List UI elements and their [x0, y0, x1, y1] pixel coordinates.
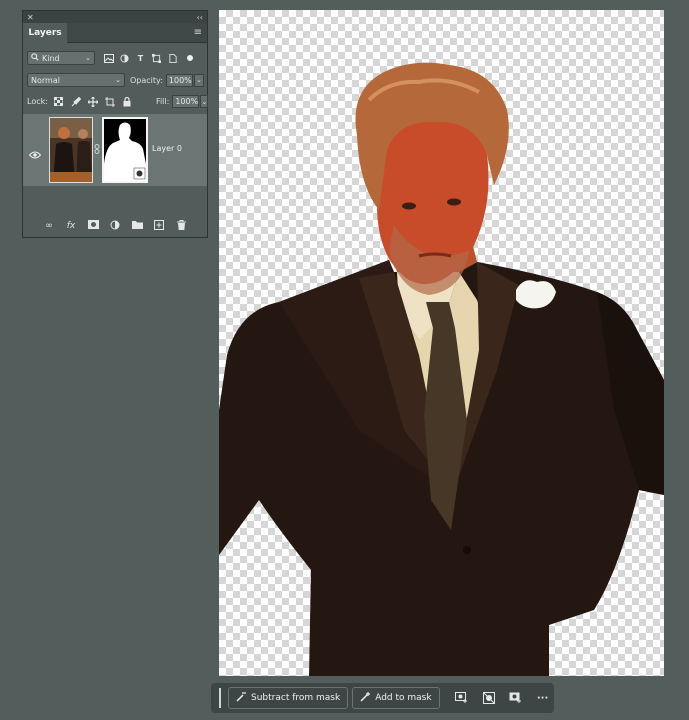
lock-all-icon[interactable] — [122, 96, 132, 107]
search-icon — [31, 53, 39, 63]
document-canvas[interactable] — [219, 10, 664, 676]
opacity-label: Opacity: — [130, 75, 163, 85]
folder-icon[interactable] — [131, 220, 143, 232]
add-mask-icon[interactable] — [87, 220, 99, 232]
blend-mode-select[interactable]: Normal ⌄ — [27, 73, 125, 87]
new-layer-icon[interactable] — [153, 219, 165, 233]
filter-toggle[interactable] — [187, 55, 193, 61]
adjustment-filter-icon[interactable] — [119, 53, 130, 64]
masked-photo — [219, 62, 664, 676]
layer-row[interactable]: Layer 0 — [23, 114, 207, 186]
fill-chevron-icon[interactable]: ⌄ — [200, 95, 209, 108]
filter-kind-select[interactable]: Kind ⌄ — [27, 51, 95, 65]
fill-label: Fill: — [155, 97, 170, 106]
invert-mask-icon[interactable] — [507, 689, 525, 707]
chevron-down-icon: ⌄ — [115, 76, 121, 84]
panel-menu-icon[interactable]: ≡ — [194, 27, 202, 38]
panel-footer: ∞ fx — [23, 215, 207, 237]
image-filter-icon[interactable] — [103, 53, 114, 64]
add-to-mask-label: Add to mask — [375, 693, 432, 703]
mask-options-icon[interactable] — [453, 689, 471, 707]
opacity-field[interactable]: 100% — [165, 73, 193, 87]
contextual-task-bar: Subtract from mask Add to mask ··· — [211, 683, 554, 713]
fx-icon[interactable]: fx — [65, 221, 77, 231]
fill-field[interactable]: 100% — [172, 95, 200, 108]
lock-position-icon[interactable] — [87, 96, 98, 107]
lock-image-pixels-icon[interactable] — [71, 96, 81, 107]
brush-plus-icon — [360, 691, 371, 705]
subtract-from-mask-label: Subtract from mask — [251, 693, 341, 703]
type-filter-icon[interactable]: T — [135, 53, 146, 64]
lock-artboard-icon[interactable] — [104, 96, 115, 107]
opacity-chevron-icon[interactable]: ⌄ — [193, 73, 204, 87]
lock-transparent-pixels-icon[interactable] — [54, 97, 64, 107]
subtract-from-mask-button[interactable]: Subtract from mask — [228, 687, 349, 709]
layer-name[interactable]: Layer 0 — [152, 144, 182, 153]
tab-layers[interactable]: Layers — [23, 23, 67, 43]
blend-mode-value: Normal — [31, 75, 60, 85]
lock-row: Lock: Fill: 100% ⌄ — [23, 95, 209, 108]
close-panel-icon[interactable]: ✕ — [27, 13, 34, 22]
chevron-down-icon: ⌄ — [85, 54, 91, 62]
brush-minus-icon — [236, 691, 246, 705]
layers-panel: ✕ ‹‹ Layers ≡ Kind ⌄ T Normal ⌄ Opacity:… — [22, 10, 209, 238]
blend-row: Normal ⌄ Opacity: 100% ⌄ — [23, 73, 207, 87]
mask-link-icon[interactable] — [94, 144, 100, 156]
smart-object-filter-icon[interactable] — [167, 53, 178, 64]
panel-title-bar: ✕ ‹‹ — [23, 11, 207, 23]
adjustment-icon[interactable] — [109, 220, 121, 233]
eye-icon[interactable] — [28, 144, 42, 159]
disable-mask-icon[interactable] — [480, 689, 498, 707]
layer-thumbnail[interactable] — [49, 117, 93, 183]
panel-tab-row: Layers ≡ — [23, 23, 207, 43]
layer-mask-thumbnail[interactable] — [102, 117, 148, 183]
filter-kind-label: Kind — [42, 53, 60, 63]
shape-filter-icon[interactable] — [151, 53, 162, 64]
trash-icon[interactable] — [175, 219, 187, 233]
more-options-icon[interactable]: ··· — [534, 689, 552, 707]
collapse-panel-icon[interactable]: ‹‹ — [197, 13, 203, 22]
link-icon[interactable]: ∞ — [43, 221, 55, 231]
drag-handle[interactable] — [219, 688, 221, 708]
lock-label: Lock: — [27, 97, 48, 106]
filter-row: Kind ⌄ T — [23, 51, 207, 65]
add-to-mask-button[interactable]: Add to mask — [352, 687, 440, 709]
